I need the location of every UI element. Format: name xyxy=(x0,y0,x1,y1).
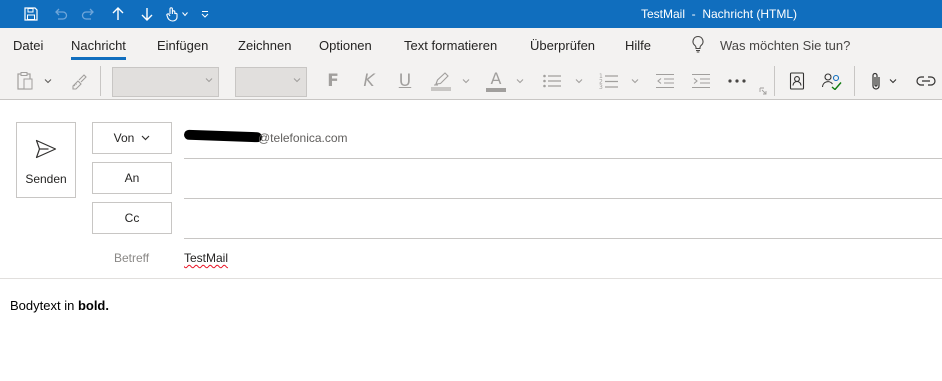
decrease-indent-icon[interactable] xyxy=(653,67,677,95)
italic-button[interactable]: K xyxy=(359,67,379,95)
touch-mode-icon[interactable] xyxy=(161,0,190,28)
paste-dropdown-icon[interactable] xyxy=(42,67,54,95)
tab-hilfe[interactable]: Hilfe xyxy=(625,28,651,62)
from-value: @telefonica.com xyxy=(258,131,348,145)
chevron-down-icon xyxy=(141,135,150,141)
ribbon-toolbar: F K U A 123 xyxy=(0,62,942,100)
highlight-dropdown-icon[interactable] xyxy=(460,67,472,95)
highlighter-icon xyxy=(434,71,449,85)
save-icon[interactable] xyxy=(16,0,45,28)
tab-ueberpruefen[interactable]: Überprüfen xyxy=(530,28,595,62)
link-icon[interactable] xyxy=(914,67,938,95)
customize-qat-icon[interactable] xyxy=(190,0,219,28)
redo-icon[interactable] xyxy=(74,0,103,28)
highlight-color-bar xyxy=(431,86,451,91)
tab-nachricht[interactable]: Nachricht xyxy=(71,28,126,62)
subject-field[interactable]: TestMail xyxy=(184,251,228,265)
font-color-bar xyxy=(486,87,506,92)
redaction-mark xyxy=(183,129,263,143)
cc-underline xyxy=(184,238,942,239)
numbered-list-icon[interactable]: 123 xyxy=(597,67,621,95)
to-underline xyxy=(184,198,942,199)
check-names-icon[interactable] xyxy=(819,67,845,95)
numbered-dropdown-icon[interactable] xyxy=(629,67,641,95)
arrow-down-icon[interactable] xyxy=(132,0,161,28)
ribbon-separator xyxy=(774,66,775,96)
font-size-combo[interactable] xyxy=(235,67,307,97)
title-bar: TestMail - Nachricht (HTML) xyxy=(0,0,942,28)
svg-text:3: 3 xyxy=(599,84,603,90)
bullet-list-icon[interactable] xyxy=(540,67,564,95)
to-label: An xyxy=(124,171,140,185)
font-color-letter: A xyxy=(490,68,502,88)
undo-icon[interactable] xyxy=(45,0,74,28)
underline-button[interactable]: U xyxy=(395,67,415,95)
to-button[interactable]: An xyxy=(92,162,172,194)
font-color-dropdown-icon[interactable] xyxy=(514,67,526,95)
address-book-icon[interactable] xyxy=(785,67,809,95)
ribbon-tabs: Datei Nachricht Einfügen Zeichnen Option… xyxy=(0,28,942,62)
bold-button[interactable]: F xyxy=(323,67,343,95)
header-body-divider xyxy=(0,278,942,279)
ribbon-separator xyxy=(100,66,101,96)
ribbon-separator xyxy=(854,66,855,96)
lightbulb-icon xyxy=(690,35,706,56)
chevron-down-icon xyxy=(293,78,301,83)
send-label: Senden xyxy=(25,172,67,186)
bullet-dropdown-icon[interactable] xyxy=(573,67,585,95)
from-label: Von xyxy=(113,131,135,145)
increase-indent-icon[interactable] xyxy=(689,67,713,95)
more-options-icon[interactable] xyxy=(725,67,749,95)
cc-button[interactable]: Cc xyxy=(92,202,172,234)
body-bold-text: bold. xyxy=(77,298,109,313)
send-button[interactable]: Senden xyxy=(16,122,76,198)
dialog-launcher-icon[interactable] xyxy=(758,86,768,96)
send-icon xyxy=(35,139,57,162)
tab-text-formatieren[interactable]: Text formatieren xyxy=(404,28,497,62)
tab-optionen[interactable]: Optionen xyxy=(319,28,372,62)
attach-dropdown-icon[interactable] xyxy=(888,67,898,95)
format-painter-icon[interactable] xyxy=(68,67,90,95)
window-title: TestMail - Nachricht (HTML) xyxy=(641,7,798,21)
cc-label: Cc xyxy=(124,211,140,225)
attach-file-icon[interactable] xyxy=(866,67,886,95)
chevron-down-icon xyxy=(205,78,213,83)
paste-icon[interactable] xyxy=(14,67,36,95)
message-body[interactable]: Bodytext in bold. xyxy=(10,298,109,313)
tab-datei[interactable]: Datei xyxy=(13,28,43,62)
tab-einfuegen[interactable]: Einfügen xyxy=(157,28,208,62)
tell-me-label: Was möchten Sie tun? xyxy=(720,37,851,53)
cc-field[interactable] xyxy=(184,210,924,228)
from-underline xyxy=(184,158,942,159)
tell-me-box[interactable]: Was möchten Sie tun? xyxy=(690,28,850,62)
arrow-up-icon[interactable] xyxy=(103,0,132,28)
tab-zeichnen[interactable]: Zeichnen xyxy=(238,28,291,62)
quick-access-toolbar xyxy=(16,0,219,28)
to-field[interactable] xyxy=(184,170,924,188)
font-color-button[interactable]: A xyxy=(484,67,508,95)
font-name-combo[interactable] xyxy=(112,67,219,97)
from-button[interactable]: Von xyxy=(92,122,172,154)
highlight-button[interactable] xyxy=(428,67,454,95)
body-text: Bodytext in xyxy=(10,298,78,313)
subject-label: Betreff xyxy=(114,251,150,265)
